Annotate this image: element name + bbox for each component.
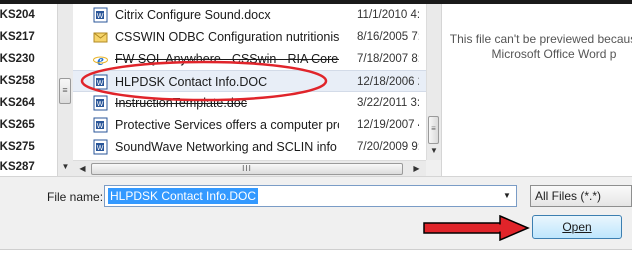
folder-item[interactable]: VKS217 — [0, 26, 57, 48]
file-row[interactable]: W SoundWave Networking and SCLIN info ..… — [73, 136, 426, 158]
folder-label: VKS230 — [0, 53, 35, 65]
file-row[interactable]: W Citrix Configure Sound.docx 11/1/2010 … — [73, 4, 426, 26]
annotation-circle — [80, 60, 328, 102]
preview-pane: This file can't be previewed becaus Micr… — [441, 4, 632, 176]
folder-item[interactable]: VKS265 — [0, 114, 57, 136]
annotation-arrow — [423, 215, 530, 241]
open-button[interactable]: Open — [532, 215, 622, 239]
file-list-vertical-scrollbar[interactable]: ≡ ▼ — [426, 4, 441, 160]
svg-text:W: W — [97, 145, 104, 152]
scroll-thumb[interactable]: ≡ — [428, 116, 439, 144]
preview-message-line: Microsoft Office Word p — [491, 47, 617, 61]
file-name: Citrix Configure Sound.docx — [115, 8, 271, 22]
file-name-label: File name: — [47, 190, 104, 204]
folder-item[interactable]: VKS230 — [0, 48, 57, 70]
folder-item[interactable]: VKS258 — [0, 70, 57, 92]
file-date: 12/18/2006 2 — [357, 76, 419, 88]
scroll-down-arrow-icon[interactable]: ▼ — [58, 160, 73, 174]
bottom-border — [0, 249, 632, 257]
svg-text:W: W — [97, 13, 104, 20]
preview-message: This file can't be previewed becaus Micr… — [448, 32, 632, 62]
scroll-down-arrow-icon[interactable]: ▼ — [427, 144, 441, 158]
file-name-input[interactable]: HLPDSK Contact Info.DOC ▼ — [104, 185, 517, 207]
divider — [0, 176, 632, 177]
file-name: CSSWIN ODBC Configuration nutritionist..… — [115, 30, 339, 44]
folder-label: VKS265 — [0, 119, 35, 131]
scroll-grip: III — [242, 164, 252, 173]
chevron-down-icon[interactable]: ▼ — [500, 186, 514, 206]
file-date: 3/22/2011 3: — [357, 97, 419, 109]
word-doc-icon: W — [93, 117, 108, 133]
scroll-right-arrow-icon[interactable]: ▶ — [409, 162, 424, 176]
file-date: 8/16/2005 7: — [357, 31, 419, 43]
file-name-value: HLPDSK Contact Info.DOC — [108, 188, 259, 204]
file-name: SoundWave Networking and SCLIN info ... — [115, 140, 339, 154]
folder-label: VKS264 — [0, 97, 35, 109]
file-date: 12/19/2007 4 — [357, 119, 419, 131]
preview-message-line: This file can't be previewed becaus — [449, 32, 632, 46]
file-row[interactable]: W Protective Services offers a computer … — [73, 114, 426, 136]
file-name: Protective Services offers a computer pr… — [115, 118, 339, 132]
folder-nav-pane[interactable]: VKS204 VKS217 VKS230 VKS258 VKS264 VKS26… — [0, 4, 57, 176]
folder-item[interactable]: VKS264 — [0, 92, 57, 114]
folder-item[interactable]: VKS204 — [0, 4, 57, 26]
svg-text:W: W — [97, 123, 104, 130]
folder-label: VKS258 — [0, 75, 35, 87]
word-doc-icon: W — [93, 7, 108, 23]
scroll-left-arrow-icon[interactable]: ◀ — [75, 162, 90, 176]
file-type-select[interactable]: All Files (*.*) — [530, 185, 632, 207]
folder-label: VKS217 — [0, 31, 35, 43]
folder-pane-scrollbar[interactable]: ≡ ▼ — [57, 4, 74, 176]
folder-label: VKS287 — [0, 161, 35, 173]
folder-label: VKS204 — [0, 9, 35, 21]
scroll-thumb[interactable]: ≡ — [59, 78, 71, 104]
file-date: 7/20/2009 9: — [357, 141, 419, 153]
file-row[interactable]: CSSWIN ODBC Configuration nutritionist..… — [73, 26, 426, 48]
file-date: 11/1/2010 4: — [357, 9, 419, 21]
envelope-icon — [93, 32, 108, 43]
word-doc-icon: W — [93, 139, 108, 155]
folder-item[interactable]: VKS275 — [0, 136, 57, 158]
open-button-label: Open — [562, 220, 592, 234]
open-file-dialog: VKS204 VKS217 VKS230 VKS258 VKS264 VKS26… — [0, 0, 632, 257]
file-date: 7/18/2007 8: — [357, 53, 419, 65]
folder-label: VKS275 — [0, 141, 35, 153]
file-type-value: All Files (*.*) — [535, 189, 602, 203]
folder-item[interactable]: VKS287 — [0, 156, 57, 176]
scroll-thumb[interactable]: III — [91, 163, 403, 175]
file-list-horizontal-scrollbar[interactable]: ◀ III ▶ — [73, 160, 426, 177]
